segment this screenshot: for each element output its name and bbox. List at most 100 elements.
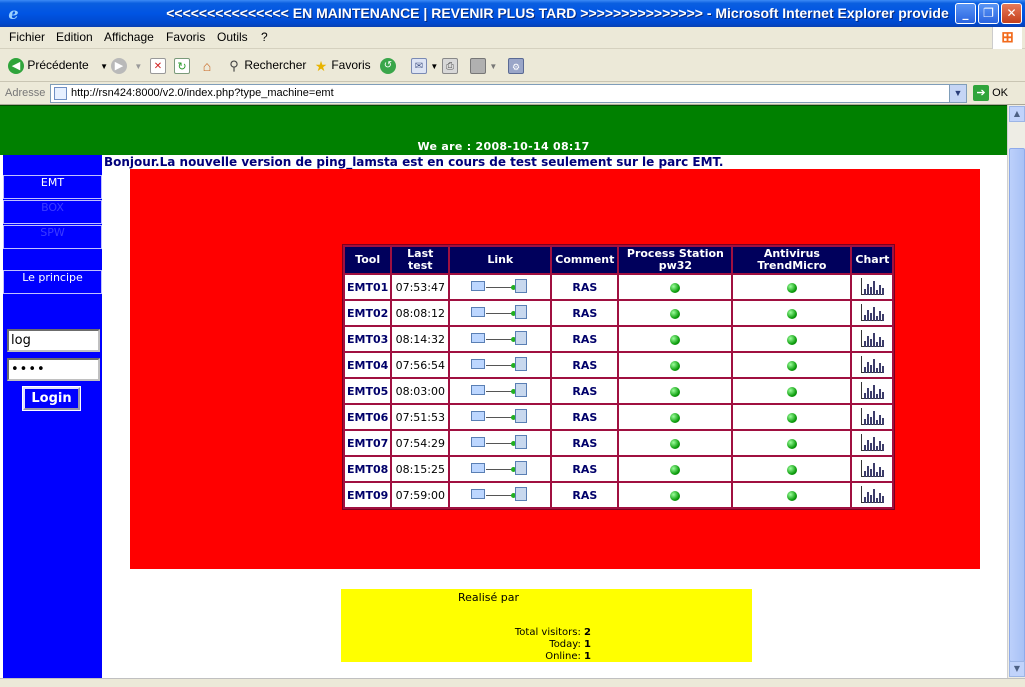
cell-chart[interactable] [852, 457, 893, 481]
network-link-icon [471, 487, 529, 503]
scroll-thumb[interactable] [1009, 148, 1025, 662]
cell-last-test: 08:15:25 [392, 457, 449, 481]
search-button[interactable]: ⚲ Rechercher [227, 56, 306, 74]
cell-link[interactable] [450, 353, 551, 377]
menu-help[interactable]: ? [261, 30, 268, 44]
edit-button[interactable]: ▼ [470, 56, 497, 74]
cell-link[interactable] [450, 301, 551, 325]
vertical-scrollbar[interactable]: ▲ ▼ [1007, 105, 1025, 678]
address-bar: Adresse http://rsn424:8000/v2.0/index.ph… [0, 82, 1025, 105]
cell-chart[interactable] [852, 379, 893, 403]
sidebar-item-spw[interactable]: SPW [3, 225, 102, 249]
green-status-dot-icon [670, 386, 681, 397]
scroll-down-icon[interactable]: ▼ [1009, 661, 1025, 677]
bar-chart-icon [860, 382, 885, 400]
cell-comment: RAS [552, 353, 618, 377]
cell-link[interactable] [450, 327, 551, 351]
maximize-button[interactable]: ❐ [978, 3, 999, 24]
cell-link[interactable] [450, 431, 551, 455]
menu-favoris[interactable]: Favoris [166, 30, 205, 44]
login-button[interactable]: Login [23, 387, 80, 410]
menu-outils[interactable]: Outils [217, 30, 248, 44]
col-last-test: Last test [392, 247, 449, 273]
bar-chart-icon [860, 330, 885, 348]
cell-tool[interactable]: EMT07 [345, 431, 391, 455]
menu-bar: Fichier Edition Affichage Favoris Outils… [0, 27, 1025, 49]
network-link-icon [471, 331, 529, 347]
sidebar-item-principle[interactable]: Le principe [3, 270, 102, 294]
cell-link[interactable] [450, 483, 551, 507]
bar-chart-icon [860, 408, 885, 426]
mail-button[interactable]: ✉ ▼ [411, 56, 438, 74]
cell-tool[interactable]: EMT05 [345, 379, 391, 403]
favorites-button[interactable]: ★ Favoris [314, 56, 371, 74]
network-link-icon [471, 279, 529, 295]
forward-button[interactable]: ▶ ▼ [111, 56, 142, 74]
cell-chart[interactable] [852, 431, 893, 455]
network-link-icon [471, 461, 529, 477]
stop-icon: ✕ [150, 57, 166, 74]
cell-chart[interactable] [852, 275, 893, 299]
cell-last-test: 07:53:47 [392, 275, 449, 299]
cell-link[interactable] [450, 275, 551, 299]
col-tool: Tool [345, 247, 391, 273]
cell-link[interactable] [450, 457, 551, 481]
sidebar-item-emt[interactable]: EMT [3, 175, 102, 199]
print-icon: ⎙ [442, 57, 458, 74]
scroll-up-icon[interactable]: ▲ [1009, 106, 1025, 122]
cell-comment: RAS [552, 457, 618, 481]
refresh-button[interactable]: ↻ [174, 56, 190, 74]
col-chart: Chart [852, 247, 893, 273]
cell-process-status [619, 483, 732, 507]
cell-chart[interactable] [852, 353, 893, 377]
address-input[interactable]: http://rsn424:8000/v2.0/index.php?type_m… [50, 84, 967, 103]
table-row: EMT06 07:51:53 RAS [345, 405, 893, 429]
mail-dropdown-icon[interactable]: ▼ [430, 62, 438, 71]
password-input[interactable]: •••• [7, 358, 100, 381]
bar-chart-icon [860, 460, 885, 478]
back-button[interactable]: ◀ Précédente ▼ [8, 56, 108, 74]
stop-button[interactable]: ✕ [150, 56, 166, 74]
cell-link[interactable] [450, 379, 551, 403]
research-icon: ⚙ [508, 57, 524, 74]
history-button[interactable]: ↺ [380, 56, 396, 74]
sidebar-item-box[interactable]: BOX [3, 200, 102, 224]
cell-chart[interactable] [852, 301, 893, 325]
table-row: EMT05 08:03:00 RAS [345, 379, 893, 403]
cell-tool[interactable]: EMT08 [345, 457, 391, 481]
cell-antivirus-status [733, 431, 851, 455]
cell-tool[interactable]: EMT01 [345, 275, 391, 299]
forward-dropdown-icon[interactable]: ▼ [134, 62, 142, 71]
edit-dropdown-icon[interactable]: ▼ [489, 62, 497, 71]
login-input[interactable]: log [7, 329, 100, 352]
cell-chart[interactable] [852, 327, 893, 351]
green-status-dot-icon [786, 308, 797, 319]
address-dropdown-icon[interactable]: ▼ [949, 85, 966, 102]
cell-chart[interactable] [852, 405, 893, 429]
minimize-button[interactable]: _ [955, 3, 976, 24]
go-button[interactable]: ➔ OK [973, 85, 1008, 101]
network-link-icon [471, 435, 529, 451]
cell-tool[interactable]: EMT02 [345, 301, 391, 325]
window-title-bar: e <<<<<<<<<<<<<<< EN MAINTENANCE | REVEN… [0, 0, 1025, 27]
cell-tool[interactable]: EMT04 [345, 353, 391, 377]
green-status-dot-icon [786, 438, 797, 449]
menu-fichier[interactable]: Fichier [9, 30, 45, 44]
back-dropdown-icon[interactable]: ▼ [100, 62, 108, 71]
menu-affichage[interactable]: Affichage [104, 30, 154, 44]
close-button[interactable]: ✕ [1001, 3, 1022, 24]
monitor-table: Tool Last test Link Comment Process Stat… [342, 244, 896, 510]
cell-tool[interactable]: EMT06 [345, 405, 391, 429]
menu-edition[interactable]: Edition [56, 30, 93, 44]
print-button[interactable]: ⎙ [442, 56, 458, 74]
home-icon: ⌂ [202, 57, 212, 74]
cell-chart[interactable] [852, 483, 893, 507]
home-button[interactable]: ⌂ [199, 56, 215, 74]
cell-process-status [619, 457, 732, 481]
cell-link[interactable] [450, 405, 551, 429]
cell-antivirus-status [733, 353, 851, 377]
cell-tool[interactable]: EMT03 [345, 327, 391, 351]
research-button[interactable]: ⚙ [508, 56, 524, 74]
history-icon: ↺ [380, 57, 396, 74]
cell-tool[interactable]: EMT09 [345, 483, 391, 507]
